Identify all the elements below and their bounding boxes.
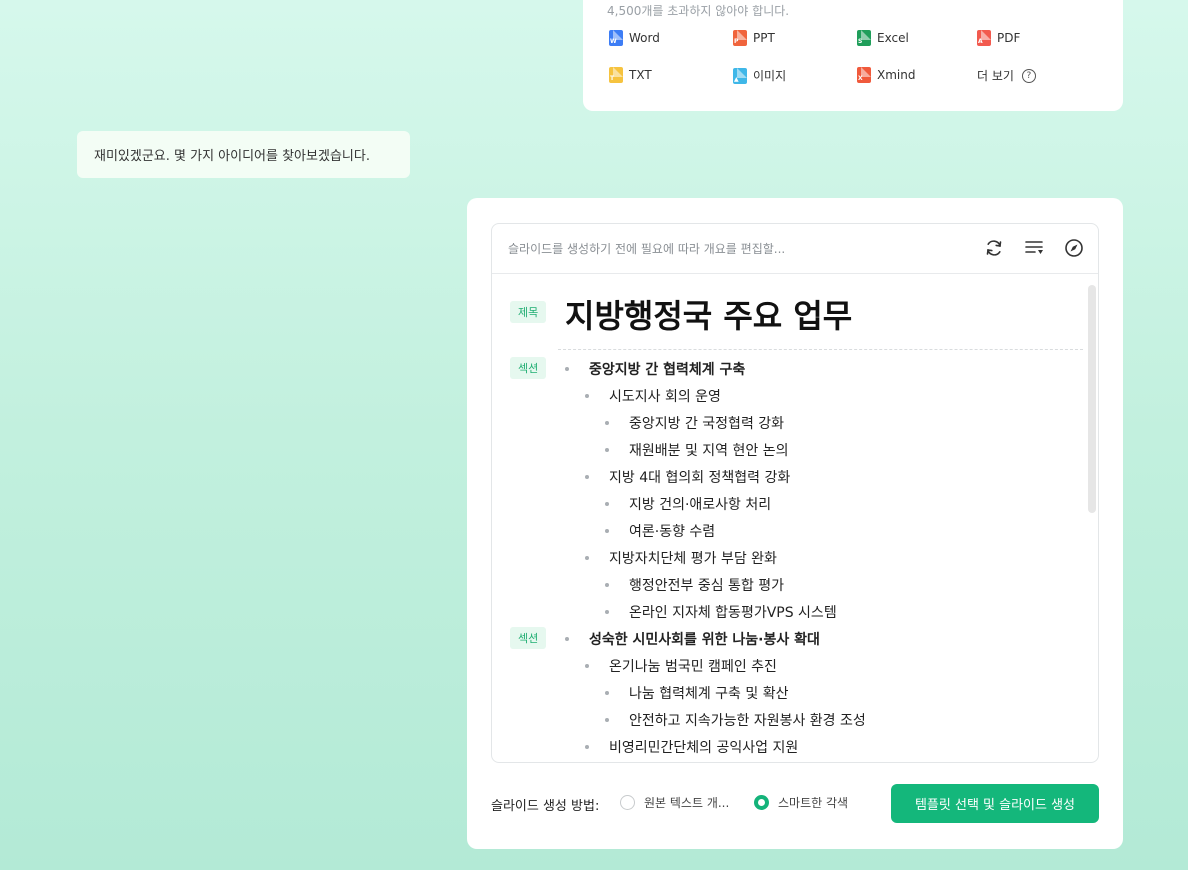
char-limit-note: 4,500개를 초과하지 않아야 합니다. [607, 4, 790, 18]
file-type-label: TXT [629, 68, 652, 82]
outline-title[interactable]: 지방행정국 주요 업무 [565, 291, 852, 337]
radio-smart-dot[interactable] [754, 795, 769, 810]
radio-smart-label: 스마트한 각색 [778, 796, 849, 810]
file-type-PPT[interactable]: P PPT [733, 30, 775, 46]
outline-card: 슬라이드를 생성하기 전에 필요에 따라 개요를 편집할... 제목 지방행정국… [467, 198, 1123, 849]
assistant-message: 재미있겠군요. 몇 가지 아이디어를 찾아보겠습니다. [77, 131, 410, 178]
outline-section-heading[interactable]: 중앙지방 간 협력체계 구축 [564, 359, 745, 379]
outline-subitem[interactable]: 행정안전부 중심 통합 평가 [604, 575, 784, 595]
file-type-Word[interactable]: W Word [609, 30, 660, 46]
txt-file-icon: T [609, 67, 623, 83]
refresh-icon [986, 240, 1002, 256]
file-type-PDF[interactable]: A PDF [977, 30, 1020, 46]
radio-original-dot[interactable] [620, 795, 635, 810]
outline-subitem[interactable]: 지방 건의·애로사항 처리 [604, 494, 771, 514]
compass-icon [1065, 239, 1083, 257]
file-type-Excel[interactable]: S Excel [857, 30, 909, 46]
help-circle-icon[interactable]: ? [1021, 68, 1036, 83]
outline-item[interactable]: 지방 4대 협의회 정책협력 강화 [584, 467, 790, 487]
explore-button[interactable] [1063, 237, 1085, 259]
title-divider [558, 349, 1083, 350]
file-type-Xmind[interactable]: X Xmind [857, 67, 915, 83]
ppt-file-icon: P [733, 30, 747, 46]
radio-original-text[interactable]: 원본 텍스트 개... [620, 794, 729, 811]
assistant-message-text: 재미있겠군요. 몇 가지 아이디어를 찾아보겠습니다. [94, 149, 370, 164]
generate-slides-button[interactable]: 템플릿 선택 및 슬라이드 생성 [891, 784, 1099, 823]
more-label: 더 보기 [977, 69, 1014, 83]
file-type-label: Word [629, 31, 660, 45]
image-file-icon-glyph: ▲ [734, 75, 739, 83]
outline-scrollbar[interactable] [1088, 285, 1096, 513]
outline-subitem[interactable]: 온라인 지자체 합동평가VPS 시스템 [605, 602, 837, 622]
xmind-file-icon-glyph: X [858, 75, 863, 82]
section-tag: 섹션 [510, 357, 547, 379]
title-tag: 제목 [510, 301, 547, 323]
file-type-label: PPT [753, 31, 775, 45]
excel-file-icon-glyph: S [858, 38, 863, 45]
word-file-icon: W [609, 30, 623, 46]
outline-item[interactable]: 온기나눔 범국민 캠페인 추진 [585, 656, 777, 676]
file-type-TXT[interactable]: T TXT [609, 67, 652, 83]
method-label: 슬라이드 생성 방법: [491, 799, 600, 814]
file-type-label: Xmind [877, 68, 916, 82]
file-type-label: PDF [997, 31, 1021, 45]
xmind-file-icon: X [857, 67, 871, 83]
txt-file-icon-glyph: T [610, 75, 615, 82]
more-file-types-link[interactable]: 더 보기? [977, 67, 1036, 84]
outline-section-heading[interactable]: 성숙한 시민사회를 위한 나눔·봉사 확대 [565, 629, 820, 649]
outline-subitem[interactable]: 여론·동향 수렴 [604, 521, 715, 541]
outline-sort-button[interactable] [1023, 237, 1045, 259]
outline-item[interactable]: 지방자치단체 평가 부담 완화 [585, 548, 777, 568]
pdf-file-icon: A [977, 30, 991, 46]
outline-item[interactable]: 시도지사 회의 운영 [585, 386, 721, 406]
radio-original-label: 원본 텍스트 개... [644, 796, 730, 810]
outline-subitem[interactable]: 재원배분 및 지역 현안 논의 [604, 440, 788, 460]
excel-file-icon: S [857, 30, 871, 46]
outline-editor-body[interactable]: 제목 지방행정국 주요 업무 섹션 중앙지방 간 협력체계 구축시도지사 회의 운… [492, 275, 1098, 762]
regenerate-button[interactable] [983, 237, 1005, 259]
outline-subitem[interactable]: 중앙지방 간 국정협력 강화 [604, 413, 784, 433]
outline-hint: 슬라이드를 생성하기 전에 필요에 따라 개요를 편집할... [508, 242, 786, 256]
file-types-card: 4,500개를 초과하지 않아야 합니다. W Word P PPT S Excel A PD… [583, 0, 1123, 111]
outline-subitem[interactable]: 나눔 협력체계 구축 및 확산 [604, 683, 788, 703]
word-file-icon-glyph: W [610, 38, 617, 45]
outline-item[interactable]: 비영리민간단체의 공익사업 지원 [584, 737, 798, 757]
outline-editor[interactable]: 슬라이드를 생성하기 전에 필요에 따라 개요를 편집할... 제목 지방행정국… [491, 223, 1099, 763]
outline-subitem[interactable]: 안전하고 지속가능한 자원봉사 환경 조성 [605, 710, 866, 730]
file-type-이미지[interactable]: ▲ 이미지 [733, 67, 786, 84]
radio-smart-adapt[interactable]: 스마트한 각색 [754, 794, 848, 811]
generation-footer: 슬라이드 생성 방법: 원본 텍스트 개... 스마트한 각색 템플릿 선택 및… [491, 784, 1099, 824]
section-tag: 섹션 [510, 627, 547, 649]
file-type-label: 이미지 [753, 69, 787, 83]
image-file-icon: ▲ [733, 67, 747, 84]
outline-editor-header: 슬라이드를 생성하기 전에 필요에 따라 개요를 편집할... [492, 224, 1098, 274]
file-type-label: Excel [877, 31, 909, 45]
ppt-file-icon-glyph: P [734, 38, 739, 45]
pdf-file-icon-glyph: A [978, 38, 983, 45]
outline-sort-icon [1025, 241, 1043, 254]
